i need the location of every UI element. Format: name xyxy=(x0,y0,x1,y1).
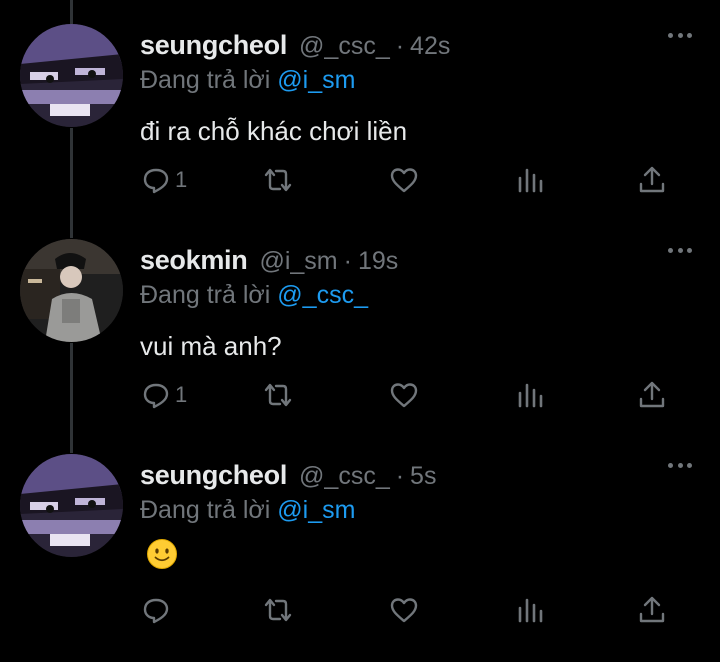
display-name[interactable]: seungcheol xyxy=(140,460,287,491)
action-bar: 1 xyxy=(140,375,680,415)
reply-button[interactable]: 1 xyxy=(140,160,187,200)
reply-button[interactable] xyxy=(140,590,175,630)
tweet-header: seungcheol @_csc_ · 42s xyxy=(140,30,450,64)
reply-context: Đang trả lời @i_sm xyxy=(140,496,355,525)
reply-count: 1 xyxy=(175,382,188,407)
separator: · xyxy=(395,32,405,60)
display-name[interactable]: seungcheol xyxy=(140,30,287,61)
retweet-icon xyxy=(264,168,292,192)
retweet-icon xyxy=(264,598,292,622)
avatar[interactable] xyxy=(20,24,123,127)
reply-context: Đang trả lời @i_sm xyxy=(140,66,355,95)
like-button[interactable] xyxy=(388,160,420,200)
timestamp[interactable]: 42s xyxy=(410,32,450,61)
share-icon xyxy=(639,596,665,623)
user-handle[interactable]: @_csc_ xyxy=(299,462,390,491)
tweet[interactable]: seokmin @i_sm · 19s Đang trả lời @_csc_ … xyxy=(0,215,720,430)
views-button[interactable] xyxy=(514,160,546,200)
reply-prefix: Đang trả lời xyxy=(140,281,271,309)
tweet[interactable]: seungcheol @_csc_ · 5s Đang trả lời @i_s… xyxy=(0,430,720,645)
share-icon xyxy=(639,166,665,193)
tweet[interactable]: seungcheol @_csc_ · 42s Đang trả lời @i_… xyxy=(0,0,720,215)
mention-link[interactable]: @i_sm xyxy=(277,496,355,524)
user-handle[interactable]: @i_sm xyxy=(259,247,337,276)
reply-count: 1 xyxy=(175,167,188,192)
like-button[interactable] xyxy=(388,590,420,630)
avatar[interactable] xyxy=(20,454,123,557)
reply-prefix: Đang trả lời xyxy=(140,66,271,94)
reply-icon xyxy=(143,168,169,194)
timestamp[interactable]: 19s xyxy=(358,247,398,276)
tweet-text: vui mà anh? xyxy=(140,331,282,361)
like-button[interactable] xyxy=(388,375,420,415)
reply-icon xyxy=(143,598,169,624)
display-name[interactable]: seokmin xyxy=(140,245,248,276)
retweet-button[interactable] xyxy=(262,590,294,630)
reply-context: Đang trả lời @_csc_ xyxy=(140,281,368,310)
views-button[interactable] xyxy=(514,590,546,630)
retweet-button[interactable] xyxy=(262,375,294,415)
views-icon xyxy=(518,168,543,193)
avatar-image xyxy=(20,24,123,127)
retweet-icon xyxy=(264,383,292,407)
mention-link[interactable]: @i_sm xyxy=(277,66,355,94)
more-icon[interactable] xyxy=(668,245,692,255)
separator: · xyxy=(343,247,352,275)
reply-button[interactable]: 1 xyxy=(140,375,187,415)
more-icon[interactable] xyxy=(668,30,692,40)
slightly-smiling-face-icon xyxy=(147,539,177,569)
mention-link[interactable]: @_csc_ xyxy=(277,281,368,309)
tweet-header: seokmin @i_sm · 19s xyxy=(140,245,398,279)
more-icon[interactable] xyxy=(668,460,692,470)
retweet-button[interactable] xyxy=(262,160,294,200)
like-icon xyxy=(390,598,418,623)
views-button[interactable] xyxy=(514,375,546,415)
action-bar xyxy=(140,590,680,630)
separator: · xyxy=(395,462,405,490)
reply-icon xyxy=(143,383,169,409)
views-icon xyxy=(518,383,543,408)
reply-prefix: Đang trả lời xyxy=(140,496,271,524)
share-button[interactable] xyxy=(636,160,668,200)
tweet-header: seungcheol @_csc_ · 5s xyxy=(140,460,436,494)
like-icon xyxy=(390,383,418,408)
avatar[interactable] xyxy=(20,239,123,342)
tweet-text: đi ra chỗ khác chơi liền xyxy=(140,116,408,146)
avatar-image xyxy=(20,239,123,342)
timestamp[interactable]: 5s xyxy=(410,462,436,491)
share-button[interactable] xyxy=(636,590,668,630)
share-icon xyxy=(639,381,665,408)
views-icon xyxy=(518,598,543,623)
like-icon xyxy=(390,168,418,193)
share-button[interactable] xyxy=(636,375,668,415)
user-handle[interactable]: @_csc_ xyxy=(299,32,390,61)
avatar-image xyxy=(20,454,123,557)
action-bar: 1 xyxy=(140,160,680,200)
